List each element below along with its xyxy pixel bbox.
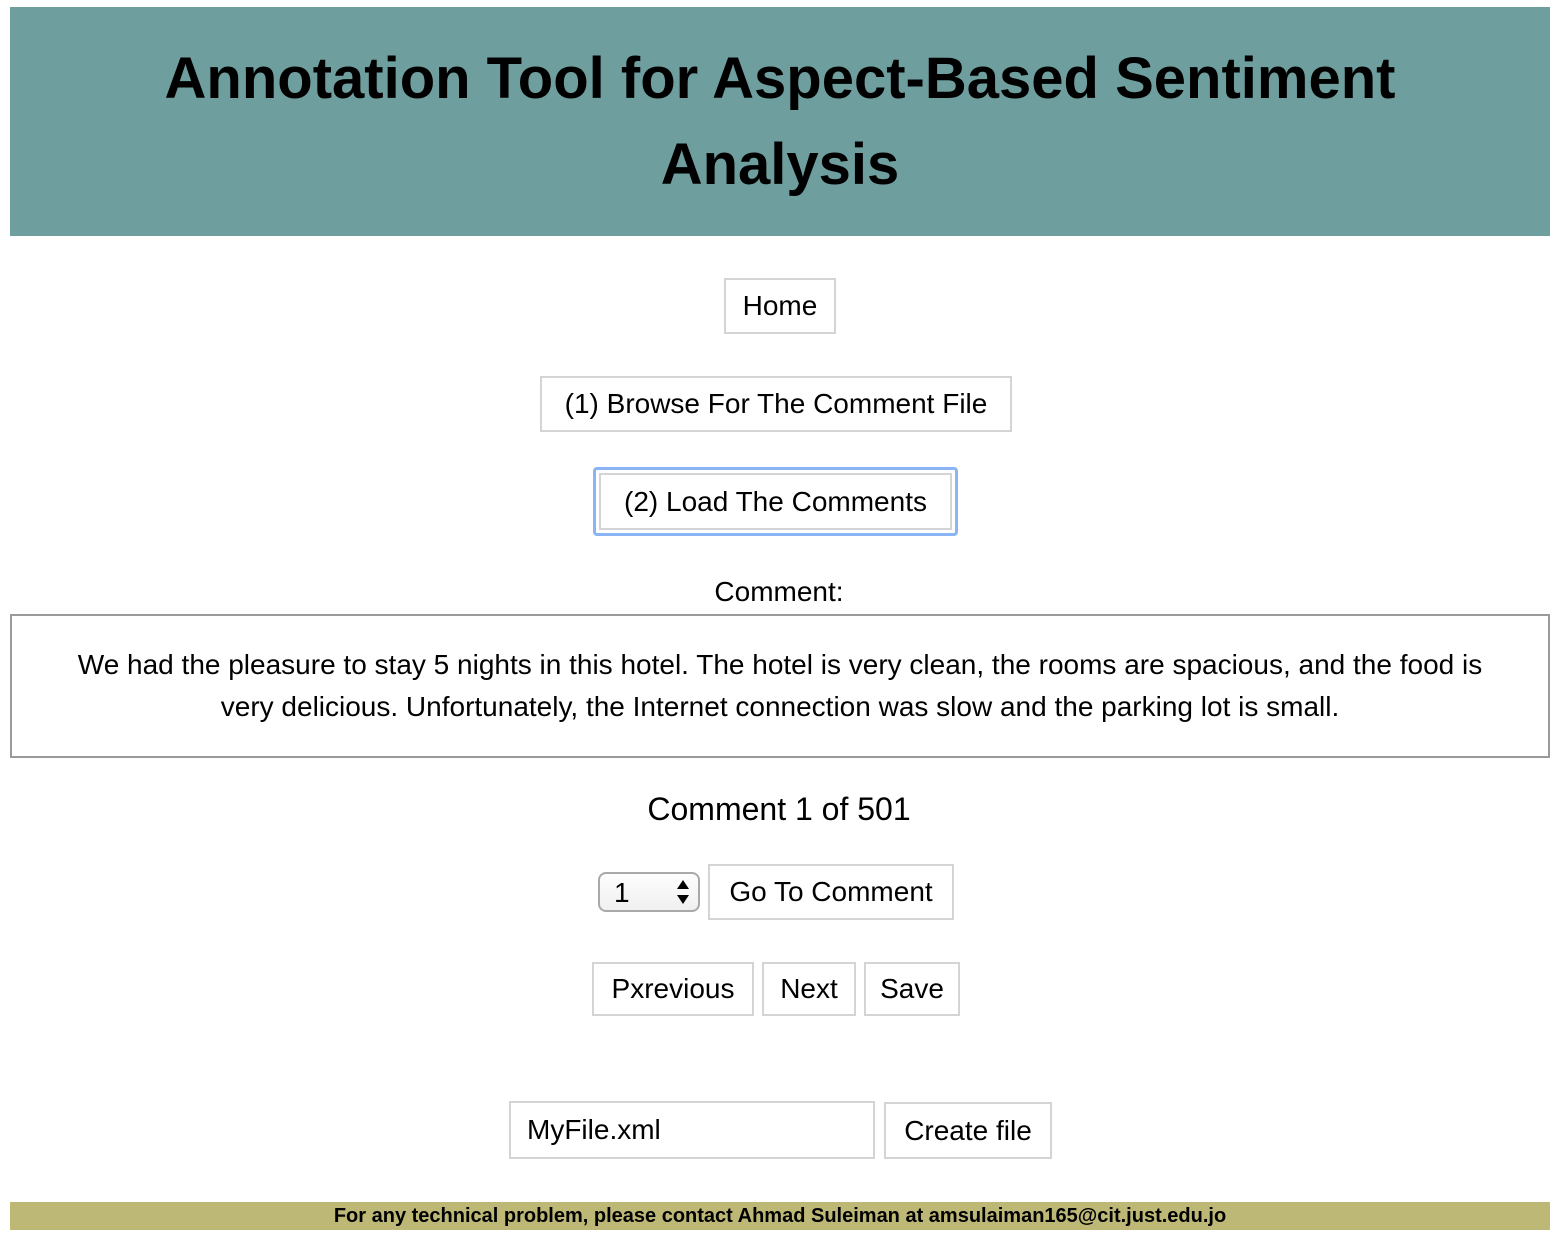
next-button[interactable]: Next [762,962,856,1016]
comment-box: We had the pleasure to stay 5 nights in … [10,614,1550,758]
home-button[interactable]: Home [724,278,836,334]
comment-number-stepper[interactable]: 1 [598,872,700,912]
stepper-arrows-icon[interactable] [676,878,690,906]
comment-number-value: 1 [614,877,630,908]
filename-input[interactable] [509,1101,875,1159]
browse-comment-file-button[interactable]: (1) Browse For The Comment File [540,376,1012,432]
comment-text: We had the pleasure to stay 5 nights in … [77,649,1483,722]
go-to-comment-button[interactable]: Go To Comment [708,864,954,920]
load-comments-focus-ring: (2) Load The Comments [593,467,958,536]
load-comments-button[interactable]: (2) Load The Comments [599,473,952,530]
comment-counter: Comment 1 of 501 [647,791,911,827]
footer-contact-text: For any technical problem, please contac… [333,1204,1227,1227]
comment-heading: Comment: [714,576,844,607]
page-header: Annotation Tool for Aspect-Based Sentime… [10,7,1550,236]
page-title: Annotation Tool for Aspect-Based Sentime… [164,45,1396,197]
previous-button[interactable]: Pxrevious [592,962,754,1016]
page-footer: For any technical problem, please contac… [10,1202,1550,1230]
create-file-button[interactable]: Create file [884,1102,1052,1159]
save-button[interactable]: Save [864,962,960,1016]
